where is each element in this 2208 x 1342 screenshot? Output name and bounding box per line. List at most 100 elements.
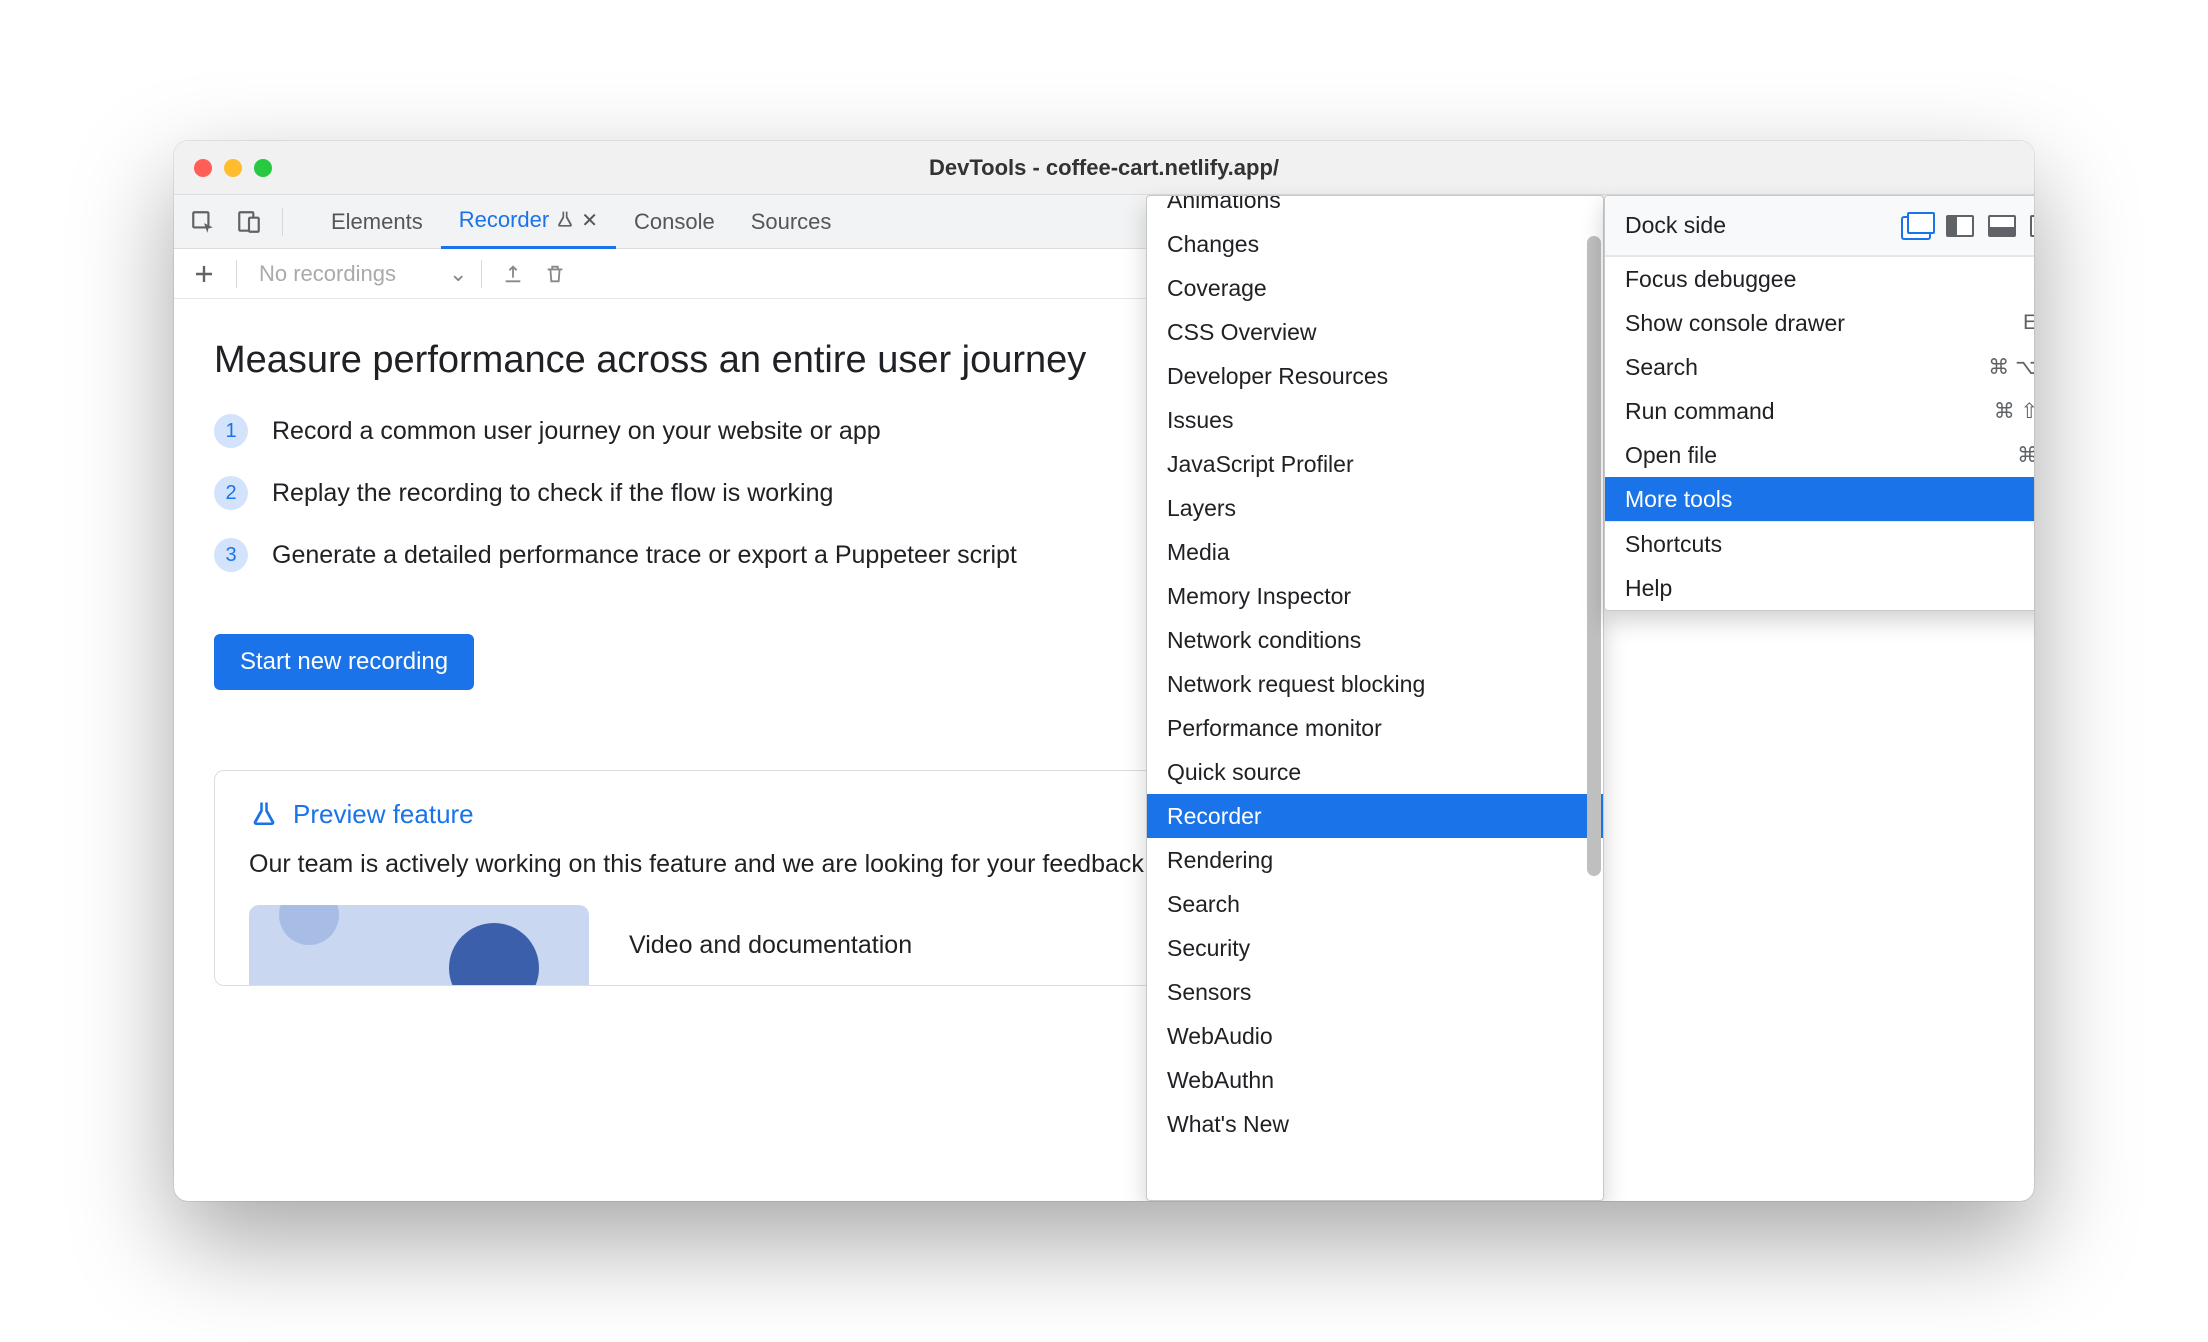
menu-item-label: Open file <box>1625 442 1717 469</box>
more-tools-item[interactable]: Changes <box>1147 222 1603 266</box>
menu-item-label: Layers <box>1167 495 1236 522</box>
main-menu-item[interactable]: Focus debuggee <box>1605 257 2034 301</box>
export-icon[interactable] <box>496 257 530 291</box>
window-controls <box>174 159 272 177</box>
more-tools-item[interactable]: Layers <box>1147 486 1603 530</box>
menu-item-label: Run command <box>1625 398 1775 425</box>
experiment-flask-icon <box>555 210 575 230</box>
more-tools-item[interactable]: JavaScript Profiler <box>1147 442 1603 486</box>
start-recording-button[interactable]: Start new recording <box>214 634 474 690</box>
menu-item-label: Shortcuts <box>1625 531 1722 558</box>
dock-bottom-icon[interactable] <box>1988 215 2016 237</box>
more-tools-item[interactable]: Search <box>1147 882 1603 926</box>
menu-item-label: JavaScript Profiler <box>1167 451 1354 478</box>
main-menu-item[interactable]: Run command⌘ ⇧ P <box>1605 389 2034 433</box>
minimize-window-button[interactable] <box>224 159 242 177</box>
menu-item-shortcut: Esc <box>2023 311 2034 335</box>
more-tools-item[interactable]: Issues <box>1147 398 1603 442</box>
menu-item-label: Media <box>1167 539 1230 566</box>
tab-recorder[interactable]: Recorder ✕ <box>441 195 616 249</box>
step-text: Generate a detailed performance trace or… <box>272 541 1017 570</box>
more-tools-item[interactable]: WebAuthn <box>1147 1058 1603 1102</box>
main-menu-item[interactable]: Shortcuts <box>1605 522 2034 566</box>
submenu-scrollbar[interactable] <box>1587 236 1601 876</box>
menu-item-label: Memory Inspector <box>1167 583 1351 610</box>
dock-left-icon[interactable] <box>1946 215 1974 237</box>
window-titlebar: DevTools - coffee-cart.netlify.app/ <box>174 141 2034 195</box>
main-menu-item[interactable]: Search ⌘ ⌥ F <box>1605 345 2034 389</box>
more-tools-item[interactable]: Developer Resources <box>1147 354 1603 398</box>
menu-item-label: Search <box>1167 891 1240 918</box>
menu-item-label: Recorder <box>1167 803 1262 830</box>
dock-side-label: Dock side <box>1625 212 1726 239</box>
more-tools-item[interactable]: Recorder <box>1147 794 1603 838</box>
more-tools-item[interactable]: What's New <box>1147 1102 1603 1146</box>
main-menu-item[interactable]: Open file ⌘ P <box>1605 433 2034 477</box>
menu-item-label: Sensors <box>1167 979 1251 1006</box>
more-tools-item[interactable]: Rendering <box>1147 838 1603 882</box>
tab-sources[interactable]: Sources <box>733 195 850 249</box>
more-tools-submenu: Animations ChangesCoverage CSS Overview Dev… <box>1146 195 1604 1201</box>
step-text: Record a common user journey on your web… <box>272 417 881 446</box>
main-menu-item[interactable]: More tools▶ <box>1605 477 2034 521</box>
more-tools-item[interactable]: Coverage <box>1147 266 1603 310</box>
video-doc-label: Video and documentation <box>629 931 912 960</box>
menu-item-label: Performance monitor <box>1167 715 1382 742</box>
main-menu-item[interactable]: Show console drawer Esc <box>1605 301 2034 345</box>
inspect-element-icon[interactable] <box>184 203 222 241</box>
panel-tabs: Elements Recorder ✕ Console Sources <box>313 195 849 249</box>
more-tools-item[interactable]: Security <box>1147 926 1603 970</box>
menu-item-label: Animations <box>1167 196 1281 214</box>
preview-feature-label: Preview feature <box>293 799 474 830</box>
more-tools-item[interactable]: Performance monitor <box>1147 706 1603 750</box>
device-toggle-icon[interactable] <box>230 203 268 241</box>
more-tools-item[interactable]: Network conditions <box>1147 618 1603 662</box>
menu-item-label: Issues <box>1167 407 1233 434</box>
more-tools-item[interactable]: WebAudio <box>1147 1014 1603 1058</box>
more-tools-item[interactable]: Memory Inspector <box>1147 574 1603 618</box>
menu-item-label: Search <box>1625 354 1698 381</box>
close-window-button[interactable] <box>194 159 212 177</box>
tab-label: Elements <box>331 209 423 235</box>
more-tools-item[interactable]: Animations <box>1147 196 1603 222</box>
menu-item-label: Quick source <box>1167 759 1301 786</box>
divider <box>236 260 237 288</box>
dock-popout-icon[interactable] <box>1907 212 1935 234</box>
devtools-main-menu: Dock side Focus debuggeeShow console dra… <box>1604 195 2034 611</box>
new-recording-icon[interactable] <box>186 256 222 292</box>
more-tools-item[interactable]: Network request blocking <box>1147 662 1603 706</box>
chevron-down-icon[interactable]: ⌄ <box>449 261 467 287</box>
step-number-badge: 1 <box>214 414 248 448</box>
menu-item-shortcut: ⌘ P <box>2017 443 2034 468</box>
dock-side-row: Dock side <box>1605 196 2034 256</box>
tab-elements[interactable]: Elements <box>313 195 441 249</box>
menu-item-label: WebAuthn <box>1167 1067 1274 1094</box>
tab-label: Recorder <box>459 207 549 233</box>
dock-right-icon[interactable] <box>2030 215 2034 237</box>
menu-item-label: Developer Resources <box>1167 363 1388 390</box>
more-tools-item[interactable]: Quick source <box>1147 750 1603 794</box>
menu-item-label: Show console drawer <box>1625 310 1845 337</box>
menu-item-label: Network conditions <box>1167 627 1361 654</box>
video-thumbnail[interactable] <box>249 905 589 985</box>
devtools-window: DevTools - coffee-cart.netlify.app/ Elem… <box>174 141 2034 1201</box>
main-menu-item[interactable]: Help▶ <box>1605 566 2034 610</box>
more-tools-item[interactable]: CSS Overview <box>1147 310 1603 354</box>
tab-console[interactable]: Console <box>616 195 733 249</box>
recordings-dropdown[interactable]: No recordings <box>251 261 441 287</box>
divider <box>481 260 482 288</box>
more-tools-item[interactable]: Media <box>1147 530 1603 574</box>
menu-item-label: What's New <box>1167 1111 1289 1138</box>
menu-item-label: Rendering <box>1167 847 1273 874</box>
zoom-window-button[interactable] <box>254 159 272 177</box>
tab-label: Sources <box>751 209 832 235</box>
delete-icon[interactable] <box>538 257 572 291</box>
menu-item-label: CSS Overview <box>1167 319 1317 346</box>
step-number-badge: 3 <box>214 538 248 572</box>
menu-item-shortcut: ⌘ ⌥ F <box>1988 355 2034 380</box>
step-number-badge: 2 <box>214 476 248 510</box>
divider <box>282 208 283 236</box>
close-tab-icon[interactable]: ✕ <box>581 208 598 233</box>
menu-item-label: WebAudio <box>1167 1023 1273 1050</box>
more-tools-item[interactable]: Sensors <box>1147 970 1603 1014</box>
